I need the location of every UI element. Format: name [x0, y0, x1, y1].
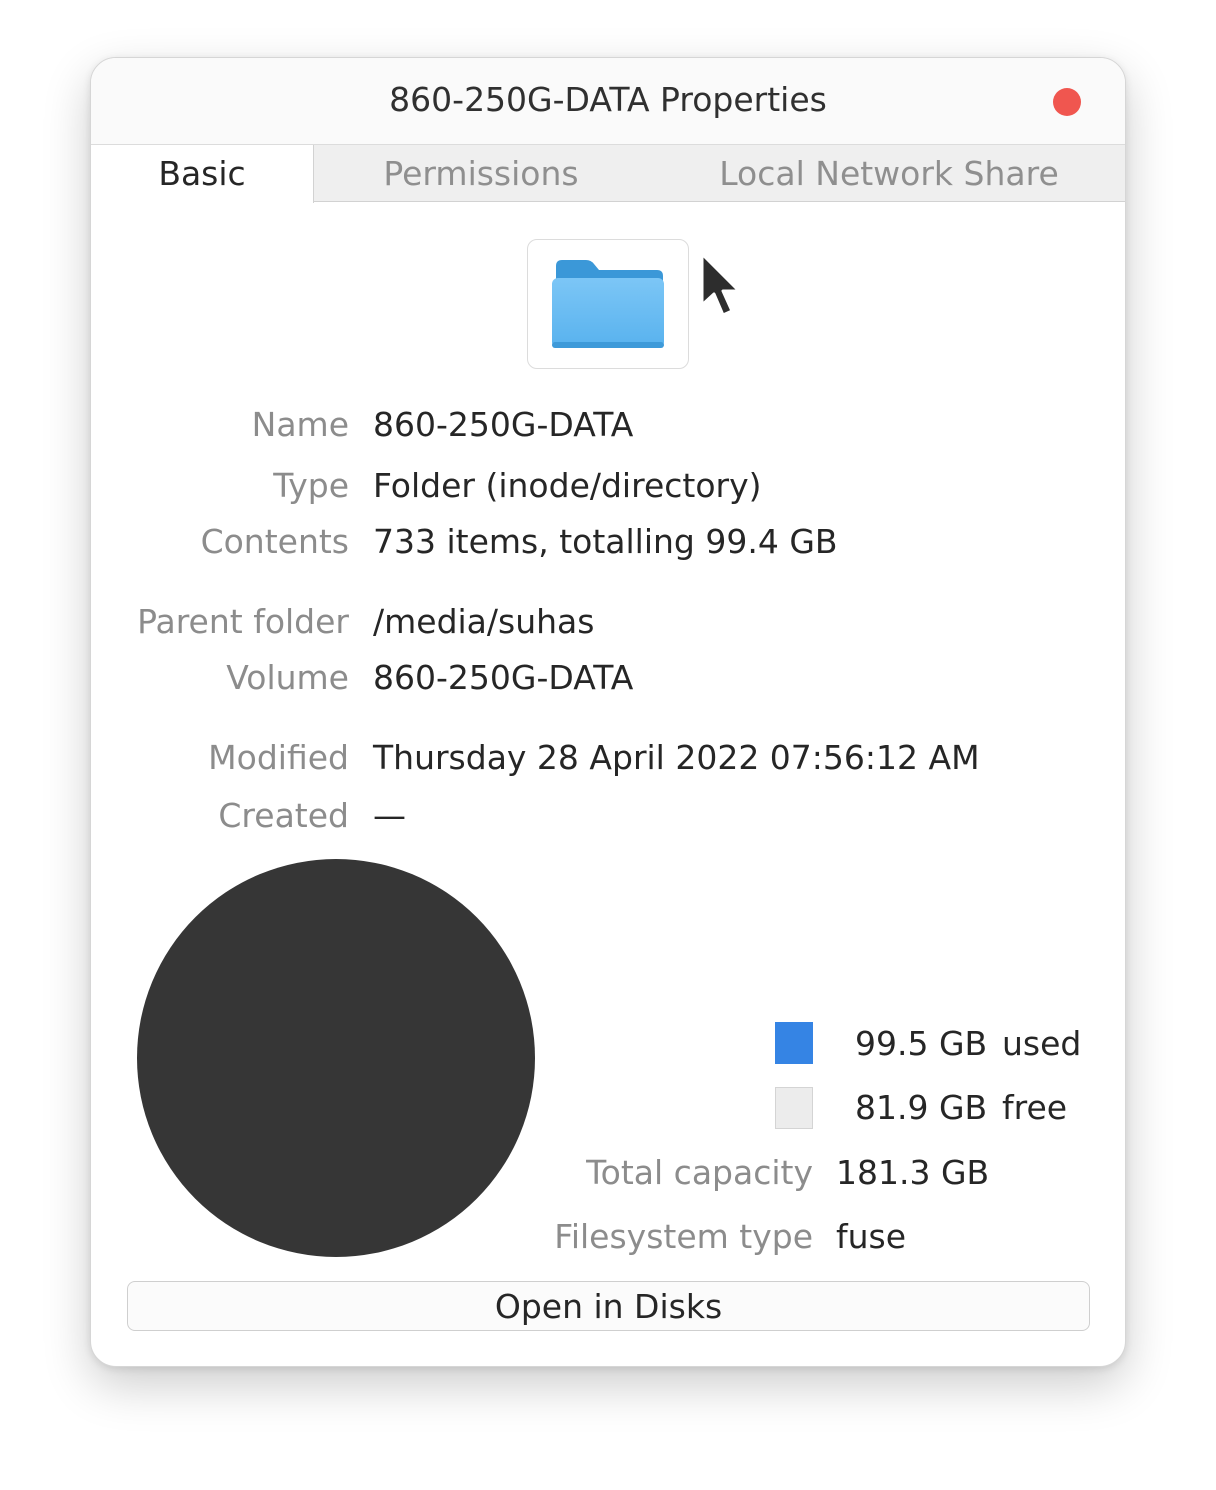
property-row-type: Type Folder (inode/directory)	[91, 466, 1125, 510]
free-amount: 81.9 GB	[855, 1088, 988, 1127]
properties-window: 860-250G-DATA Properties Basic Permissio…	[90, 57, 1126, 1367]
free-color-swatch	[775, 1087, 813, 1129]
folder-icon	[552, 260, 664, 348]
property-label: Parent folder	[137, 602, 349, 641]
property-row-created: Created —	[91, 796, 1125, 840]
property-label: Created	[218, 796, 349, 835]
property-label: Type	[273, 466, 349, 505]
folder-icon-button[interactable]	[527, 239, 689, 369]
property-row-modified: Modified Thursday 28 April 2022 07:56:12…	[91, 738, 1125, 782]
property-value-volume: 860-250G-DATA	[373, 658, 634, 697]
property-label: Name	[251, 405, 349, 444]
property-value-parent-folder: /media/suhas	[373, 602, 595, 641]
filesystem-type-value: fuse	[836, 1217, 907, 1256]
used-label: used	[1002, 1024, 1082, 1063]
disk-usage-pie-circle	[137, 859, 535, 1257]
free-label: free	[1002, 1088, 1068, 1127]
close-button[interactable]	[1053, 88, 1081, 116]
property-row-volume: Volume 860-250G-DATA	[91, 658, 1125, 702]
property-value-created: —	[373, 796, 406, 835]
used-amount: 99.5 GB	[855, 1024, 988, 1063]
mouse-pointer-icon	[700, 252, 741, 317]
property-label: Contents	[200, 522, 349, 561]
open-in-disks-button[interactable]: Open in Disks	[127, 1281, 1090, 1331]
disk-usage-pie	[137, 859, 535, 1257]
tab-bar: Basic Permissions Local Network Share	[91, 144, 1125, 203]
property-row-parent-folder: Parent folder /media/suhas	[91, 602, 1125, 646]
property-label: Modified	[208, 738, 349, 777]
property-value-modified: Thursday 28 April 2022 07:56:12 AM	[373, 738, 980, 777]
window-title: 860-250G-DATA Properties	[389, 80, 827, 119]
property-value-type: Folder (inode/directory)	[373, 466, 762, 505]
property-value-name[interactable]: 860-250G-DATA	[373, 405, 633, 444]
property-row-name: Name 860-250G-DATA	[91, 405, 1125, 449]
title-bar: 860-250G-DATA Properties	[91, 58, 1125, 144]
property-row-contents: Contents 733 items, totalling 99.4 GB	[91, 522, 1125, 566]
used-color-swatch	[775, 1022, 813, 1064]
property-value-contents: 733 items, totalling 99.4 GB	[373, 522, 838, 561]
tab-local-network-share[interactable]: Local Network Share	[689, 145, 1089, 202]
total-capacity-label: Total capacity	[586, 1153, 813, 1192]
tab-basic[interactable]: Basic	[91, 145, 314, 203]
total-capacity-value: 181.3 GB	[836, 1153, 990, 1192]
property-label: Volume	[226, 658, 349, 697]
tab-permissions[interactable]: Permissions	[343, 145, 619, 202]
filesystem-type-label: Filesystem type	[554, 1217, 813, 1256]
